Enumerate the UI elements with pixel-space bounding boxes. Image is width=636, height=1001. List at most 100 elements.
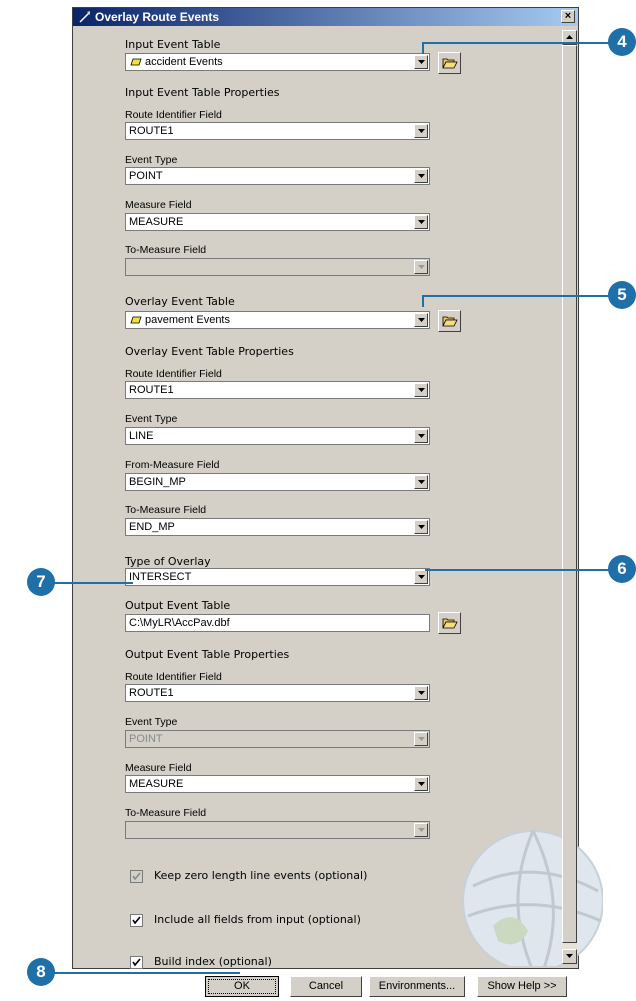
- input-event-type-value: POINT: [129, 170, 163, 182]
- overlay-route-id-combo[interactable]: ROUTE1: [125, 381, 430, 399]
- input-event-table-combo[interactable]: accident Events: [125, 53, 430, 71]
- overlay-to-measure-combo[interactable]: END_MP: [125, 518, 430, 536]
- callout-4: 4: [608, 28, 636, 56]
- chevron-down-icon[interactable]: [414, 686, 428, 700]
- input-measure-value: MEASURE: [129, 216, 184, 228]
- input-measure-label: Measure Field: [125, 199, 192, 211]
- environments-button[interactable]: Environments...: [369, 976, 465, 997]
- type-of-overlay-combo[interactable]: INTERSECT: [125, 568, 430, 586]
- build-index-label: Build index (optional): [154, 955, 272, 968]
- chevron-down-icon[interactable]: [414, 777, 428, 791]
- show-help-button[interactable]: Show Help >>: [477, 976, 567, 997]
- output-event-table-value: C:\MyLR\AccPav.dbf: [129, 617, 230, 629]
- output-route-id-combo[interactable]: ROUTE1: [125, 684, 430, 702]
- output-measure-value: MEASURE: [129, 778, 184, 790]
- open-folder-icon: [442, 58, 458, 69]
- scroll-down-button[interactable]: [562, 949, 577, 964]
- output-route-id-label: Route Identifier Field: [125, 671, 222, 683]
- checkmark-icon: [132, 916, 141, 925]
- include-all-fields-label: Include all fields from input (optional): [154, 913, 361, 926]
- include-all-fields-checkbox[interactable]: [130, 914, 143, 927]
- layer-icon: [130, 58, 142, 66]
- chevron-down-icon[interactable]: [414, 520, 428, 534]
- open-folder-icon: [442, 618, 458, 629]
- callout-8: 8: [27, 958, 55, 986]
- callout-8-leader: [40, 972, 240, 974]
- overlay-to-measure-label: To-Measure Field: [125, 504, 207, 516]
- output-event-type-label: Event Type: [125, 716, 178, 728]
- input-browse-button[interactable]: [438, 52, 461, 74]
- input-route-id-label: Route Identifier Field: [125, 109, 222, 121]
- checkmark-icon: [132, 872, 141, 881]
- output-measure-label: Measure Field: [125, 762, 192, 774]
- callout-5-leader-drop: [422, 295, 424, 307]
- chevron-down-icon[interactable]: [414, 215, 428, 229]
- overlay-browse-button[interactable]: [438, 310, 461, 332]
- output-event-type-combo: POINT: [125, 730, 430, 748]
- close-button[interactable]: ×: [561, 10, 575, 23]
- overlay-properties-heading: Overlay Event Table Properties: [125, 345, 294, 358]
- overlay-from-measure-label: From-Measure Field: [125, 459, 220, 471]
- callout-4-leader: [423, 42, 611, 44]
- keep-zero-length-label: Keep zero length line events (optional): [154, 869, 368, 882]
- overlay-route-id-label: Route Identifier Field: [125, 368, 222, 380]
- build-index-checkbox[interactable]: [130, 956, 143, 969]
- overlay-event-type-value: LINE: [129, 430, 154, 442]
- type-of-overlay-label: Type of Overlay: [125, 555, 211, 568]
- overlay-route-events-dialog: Overlay Route Events × Input Event Table…: [72, 7, 603, 969]
- title-bar: Overlay Route Events ×: [73, 8, 578, 26]
- input-to-measure-label: To-Measure Field: [125, 244, 207, 256]
- input-event-table-label: Input Event Table: [125, 38, 221, 51]
- layer-icon: [130, 316, 142, 324]
- chevron-down-icon: [414, 732, 428, 746]
- input-event-table-value: accident Events: [145, 56, 223, 68]
- dialog-title: Overlay Route Events: [95, 10, 220, 24]
- chevron-down-icon[interactable]: [414, 169, 428, 183]
- input-to-measure-combo: [125, 258, 430, 276]
- type-of-overlay-value: INTERSECT: [129, 571, 192, 583]
- chevron-down-icon[interactable]: [414, 383, 428, 397]
- overlay-to-measure-value: END_MP: [129, 521, 175, 533]
- overlay-from-measure-value: BEGIN_MP: [129, 476, 186, 488]
- chevron-down-icon[interactable]: [414, 570, 428, 584]
- chevron-down-icon[interactable]: [414, 55, 428, 69]
- output-browse-button[interactable]: [438, 612, 461, 634]
- overlay-event-table-value: pavement Events: [145, 314, 230, 326]
- output-event-type-value: POINT: [129, 733, 163, 745]
- chevron-down-icon[interactable]: [414, 475, 428, 489]
- callout-5-leader: [423, 295, 611, 297]
- input-route-id-combo[interactable]: ROUTE1: [125, 122, 430, 140]
- input-event-type-label: Event Type: [125, 154, 178, 166]
- output-properties-heading: Output Event Table Properties: [125, 648, 290, 661]
- overlay-event-type-combo[interactable]: LINE: [125, 427, 430, 445]
- overlay-event-table-label: Overlay Event Table: [125, 295, 235, 308]
- callout-4-leader-drop: [422, 42, 424, 54]
- output-measure-combo[interactable]: MEASURE: [125, 775, 430, 793]
- vertical-scrollbar[interactable]: [562, 30, 577, 964]
- output-event-table-label: Output Event Table: [125, 599, 231, 612]
- chevron-down-icon: [414, 823, 428, 837]
- chevron-down-icon[interactable]: [414, 124, 428, 138]
- cancel-button[interactable]: Cancel: [290, 976, 362, 997]
- chevron-down-icon[interactable]: [414, 429, 428, 443]
- callout-5: 5: [608, 281, 636, 309]
- overlay-event-table-combo[interactable]: pavement Events: [125, 311, 430, 329]
- ok-button[interactable]: OK: [205, 976, 279, 997]
- keep-zero-length-checkbox: [130, 870, 143, 883]
- output-to-measure-combo: [125, 821, 430, 839]
- open-folder-icon: [442, 316, 458, 327]
- callout-6-leader: [425, 569, 611, 571]
- chevron-down-icon: [414, 260, 428, 274]
- callout-6: 6: [608, 555, 636, 583]
- tool-icon: [79, 11, 90, 23]
- output-event-table-input[interactable]: C:\MyLR\AccPav.dbf: [125, 614, 430, 632]
- input-properties-heading: Input Event Table Properties: [125, 86, 280, 99]
- input-measure-combo[interactable]: MEASURE: [125, 213, 430, 231]
- chevron-down-icon[interactable]: [414, 313, 428, 327]
- input-route-id-value: ROUTE1: [129, 125, 174, 137]
- input-event-type-combo[interactable]: POINT: [125, 167, 430, 185]
- overlay-route-id-value: ROUTE1: [129, 384, 174, 396]
- checkmark-icon: [132, 958, 141, 967]
- overlay-from-measure-combo[interactable]: BEGIN_MP: [125, 473, 430, 491]
- scroll-thumb[interactable]: [562, 45, 577, 943]
